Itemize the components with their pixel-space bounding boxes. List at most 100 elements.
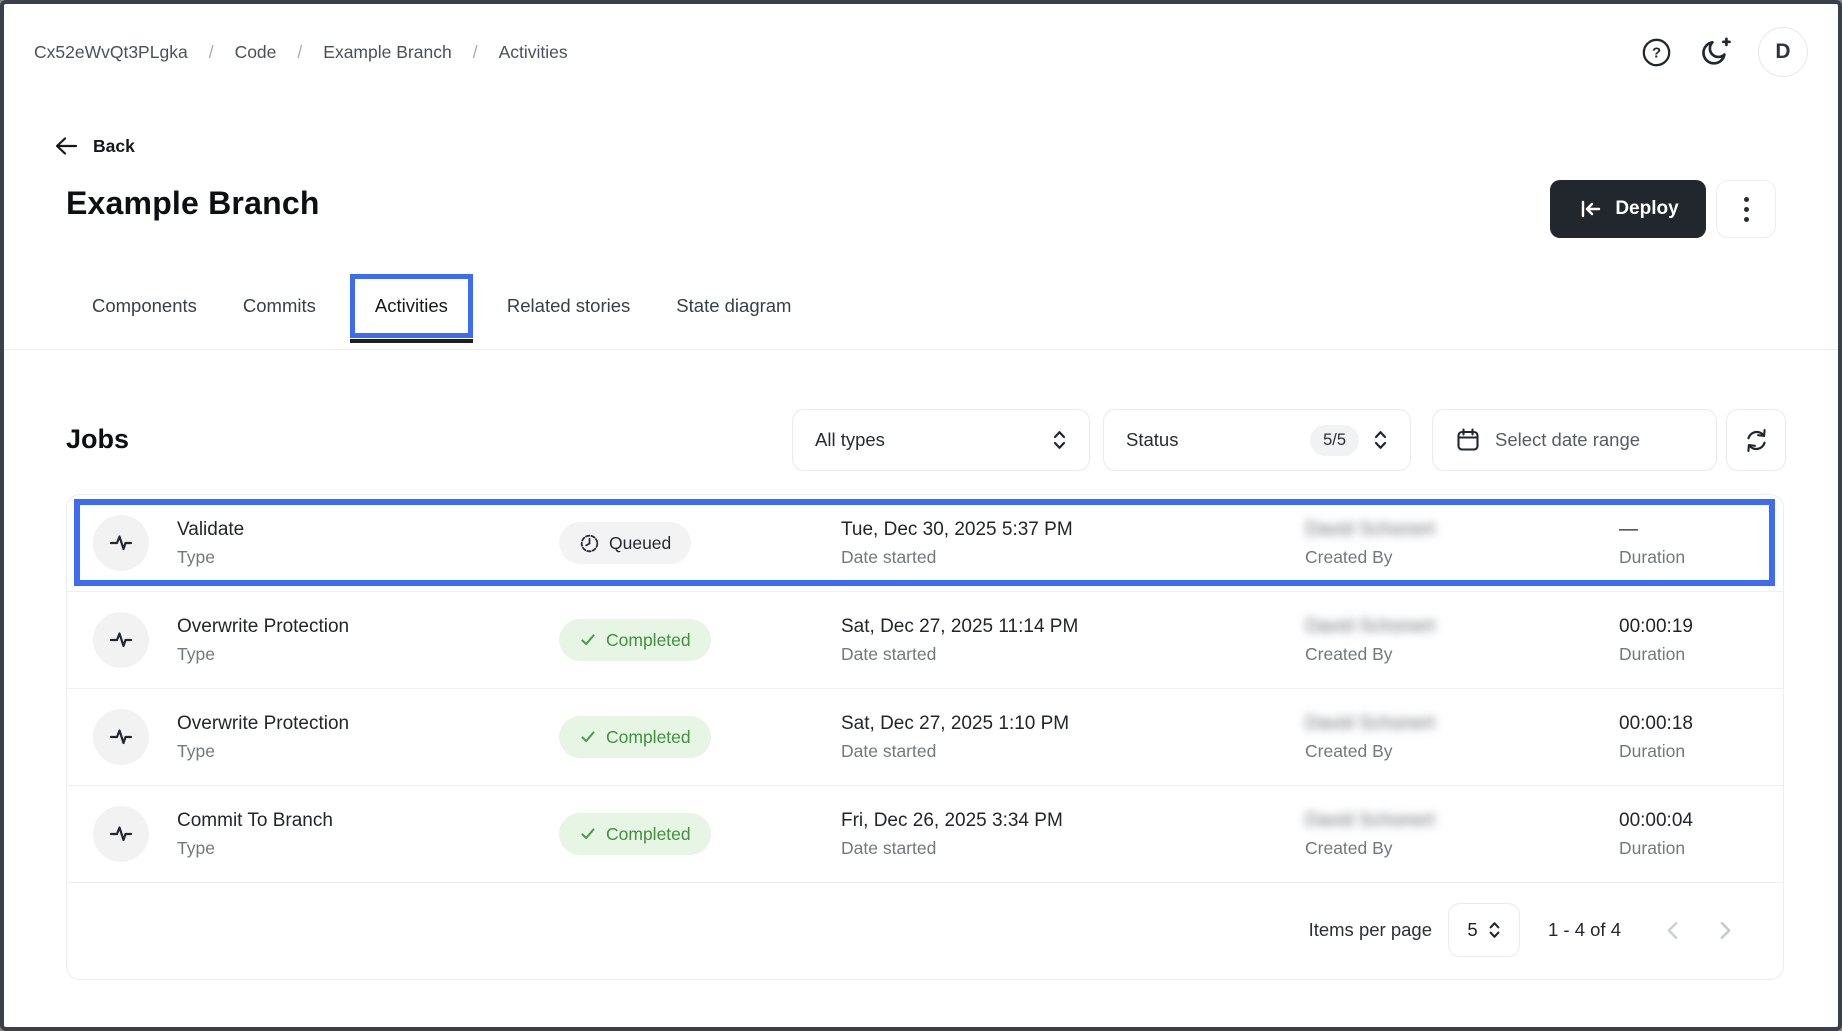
date-started-label: Date started bbox=[841, 642, 1078, 666]
deploy-button[interactable]: Deploy bbox=[1550, 180, 1706, 238]
created-by-label: Created By bbox=[1305, 739, 1435, 763]
top-bar-icons: ? D bbox=[1640, 27, 1808, 77]
job-name: Commit To Branch bbox=[177, 808, 333, 833]
check-icon bbox=[579, 728, 597, 746]
help-button[interactable]: ? bbox=[1640, 36, 1673, 69]
job-duration: 00:00:18 bbox=[1619, 711, 1693, 736]
job-type-label: Type bbox=[177, 739, 349, 763]
items-per-page-select[interactable]: 5 bbox=[1448, 903, 1520, 957]
activity-pulse-icon bbox=[106, 625, 136, 655]
page-title: Example Branch bbox=[66, 185, 320, 222]
clock-icon bbox=[579, 533, 600, 554]
tab-state-diagram[interactable]: State diagram bbox=[676, 295, 791, 317]
job-name: Overwrite Protection bbox=[177, 711, 349, 736]
created-by-label: Created By bbox=[1305, 642, 1435, 666]
activity-pulse-icon bbox=[106, 722, 136, 752]
job-created-by-redacted: David Schonert bbox=[1305, 711, 1435, 736]
status-text: Completed bbox=[606, 824, 691, 845]
chevron-right-icon bbox=[1712, 918, 1737, 943]
activity-pulse-icon bbox=[106, 528, 136, 558]
jobs-table-rows: Validate Type Queued Tue, Dec 30, 2025 5… bbox=[67, 495, 1783, 883]
pagination-range: 1 - 4 of 4 bbox=[1548, 919, 1621, 941]
activity-pulse-icon bbox=[106, 819, 136, 849]
type-filter-select[interactable]: All types bbox=[792, 409, 1090, 471]
job-date-started: Sat, Dec 27, 2025 11:14 PM bbox=[841, 614, 1078, 639]
status-text: Completed bbox=[606, 630, 691, 651]
breadcrumb: Cx52eWvQt3PLgka / Code / Example Branch / Acti… bbox=[34, 42, 568, 63]
breadcrumb-separator: / bbox=[473, 42, 478, 63]
tab-related-stories[interactable]: Related stories bbox=[507, 295, 630, 317]
date-started-label: Date started bbox=[841, 836, 1063, 860]
date-range-picker[interactable]: Select date range bbox=[1432, 409, 1717, 471]
duration-label: Duration bbox=[1619, 545, 1685, 569]
items-per-page-value: 5 bbox=[1467, 919, 1477, 941]
status-badge: Completed bbox=[559, 813, 711, 855]
duration-label: Duration bbox=[1619, 642, 1693, 666]
status-text: Queued bbox=[609, 533, 671, 554]
help-icon: ? bbox=[1640, 36, 1673, 69]
avatar[interactable]: D bbox=[1758, 27, 1808, 77]
check-icon bbox=[579, 631, 597, 649]
job-type-avatar bbox=[93, 806, 149, 862]
breadcrumb-item-1[interactable]: Code bbox=[235, 42, 277, 63]
breadcrumb-item-3[interactable]: Activities bbox=[499, 42, 568, 63]
check-icon bbox=[579, 825, 597, 843]
job-type-label: Type bbox=[177, 642, 349, 666]
job-duration: 00:00:04 bbox=[1619, 808, 1693, 833]
refresh-icon bbox=[1743, 427, 1770, 454]
jobs-heading: Jobs bbox=[66, 424, 129, 455]
deploy-label: Deploy bbox=[1615, 198, 1678, 220]
date-started-label: Date started bbox=[841, 545, 1073, 569]
tab-components[interactable]: Components bbox=[92, 295, 197, 317]
status-filter-select[interactable]: Status 5/5 bbox=[1103, 409, 1411, 471]
job-duration: — bbox=[1619, 517, 1685, 542]
table-row[interactable]: Overwrite Protection Type Completed Sat,… bbox=[67, 689, 1783, 786]
back-button[interactable]: Back bbox=[52, 132, 135, 160]
job-type-avatar bbox=[93, 612, 149, 668]
refresh-button[interactable] bbox=[1726, 409, 1786, 471]
svg-text:?: ? bbox=[1652, 44, 1661, 61]
job-date-started: Sat, Dec 27, 2025 1:10 PM bbox=[841, 711, 1069, 736]
breadcrumb-separator: / bbox=[297, 42, 302, 63]
back-arrow-icon bbox=[52, 132, 80, 160]
created-by-label: Created By bbox=[1305, 545, 1435, 569]
next-page-button[interactable] bbox=[1712, 918, 1737, 943]
top-bar: Cx52eWvQt3PLgka / Code / Example Branch / Acti… bbox=[4, 4, 1838, 100]
job-type-avatar bbox=[93, 709, 149, 765]
tab-bar: Components Commits Activities Related stori… bbox=[4, 234, 1838, 350]
chevron-left-icon bbox=[1661, 918, 1686, 943]
kebab-menu-icon bbox=[1744, 197, 1749, 202]
tab-commits[interactable]: Commits bbox=[243, 295, 316, 317]
table-row[interactable]: Commit To Branch Type Completed Fri, Dec… bbox=[67, 786, 1783, 883]
job-created-by-redacted: David Schonert bbox=[1305, 517, 1435, 542]
table-row[interactable]: Validate Type Queued Tue, Dec 30, 2025 5… bbox=[67, 495, 1783, 592]
table-row[interactable]: Overwrite Protection Type Completed Sat,… bbox=[67, 592, 1783, 689]
deploy-arrow-to-bar-icon bbox=[1577, 196, 1603, 222]
status-badge: Completed bbox=[559, 716, 711, 758]
breadcrumb-item-2[interactable]: Example Branch bbox=[323, 42, 451, 63]
dark-mode-moon-icon bbox=[1699, 36, 1732, 69]
breadcrumb-separator: / bbox=[209, 42, 214, 63]
previous-page-button[interactable] bbox=[1661, 918, 1686, 943]
dark-mode-toggle[interactable] bbox=[1699, 36, 1732, 69]
job-type-label: Type bbox=[177, 545, 244, 569]
jobs-table: Validate Type Queued Tue, Dec 30, 2025 5… bbox=[66, 494, 1784, 980]
pagination: Items per page 5 1 - 4 of 4 bbox=[67, 883, 1783, 977]
duration-label: Duration bbox=[1619, 739, 1693, 763]
type-filter-value: All types bbox=[815, 429, 1038, 451]
duration-label: Duration bbox=[1619, 836, 1693, 860]
date-range-placeholder: Select date range bbox=[1495, 429, 1640, 451]
more-actions-button[interactable] bbox=[1716, 180, 1776, 238]
status-text: Completed bbox=[606, 727, 691, 748]
tab-activities[interactable]: Activities bbox=[350, 274, 473, 338]
date-started-label: Date started bbox=[841, 739, 1069, 763]
breadcrumb-item-0[interactable]: Cx52eWvQt3PLgka bbox=[34, 42, 188, 63]
created-by-label: Created By bbox=[1305, 836, 1435, 860]
items-per-page-label: Items per page bbox=[1309, 919, 1432, 941]
app-window: Cx52eWvQt3PLgka / Code / Example Branch / Acti… bbox=[0, 0, 1842, 1031]
status-badge: Completed bbox=[559, 619, 711, 661]
job-name: Validate bbox=[177, 517, 244, 542]
job-created-by-redacted: David Schonert bbox=[1305, 808, 1435, 833]
avatar-initial: D bbox=[1775, 40, 1790, 64]
job-date-started: Fri, Dec 26, 2025 3:34 PM bbox=[841, 808, 1063, 833]
